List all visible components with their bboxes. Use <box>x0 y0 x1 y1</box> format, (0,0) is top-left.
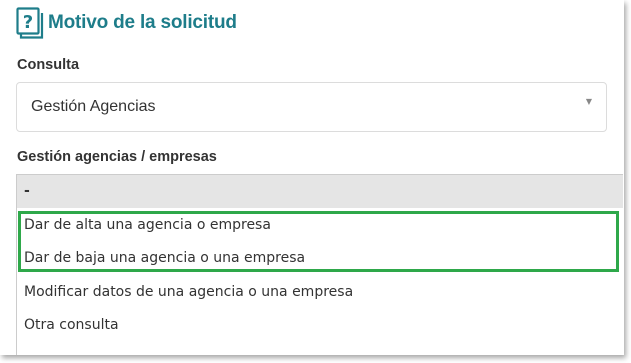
consulta-select[interactable]: Gestión Agencias ▼ <box>16 82 607 132</box>
section-header: ? Motivo de la solicitud <box>16 7 237 39</box>
consulta-label: Consulta <box>17 57 80 73</box>
gestion-label: Gestión agencias / empresas <box>17 149 217 165</box>
help-question-icon: ? <box>16 7 44 39</box>
option-label: Otra consulta <box>24 317 119 333</box>
dropdown-arrow-icon: ▼ <box>585 97 592 106</box>
option-label: Dar de alta una agencia o empresa <box>24 217 271 233</box>
gestion-options-listbox[interactable]: - Dar de alta una agencia o empresa Dar … <box>16 174 623 355</box>
option-modificar-datos[interactable]: Modificar datos de una agencia o una emp… <box>17 276 623 309</box>
section-title: Motivo de la solicitud <box>48 12 237 33</box>
svg-text:?: ? <box>23 12 33 33</box>
option-label: Dar de baja una agencia o una empresa <box>24 250 306 266</box>
option-none[interactable]: - <box>17 175 623 208</box>
option-label: Modificar datos de una agencia o una emp… <box>24 284 354 300</box>
option-alta-agencia[interactable]: Dar de alta una agencia o empresa <box>17 209 623 242</box>
consulta-selected-value: Gestión Agencias <box>31 98 156 115</box>
request-reason-card: ? Motivo de la solicitud Consulta Gestió… <box>0 0 624 355</box>
option-otra-consulta[interactable]: Otra consulta <box>17 309 623 342</box>
option-label: - <box>24 183 30 199</box>
option-baja-agencia[interactable]: Dar de baja una agencia o una empresa <box>17 242 623 275</box>
